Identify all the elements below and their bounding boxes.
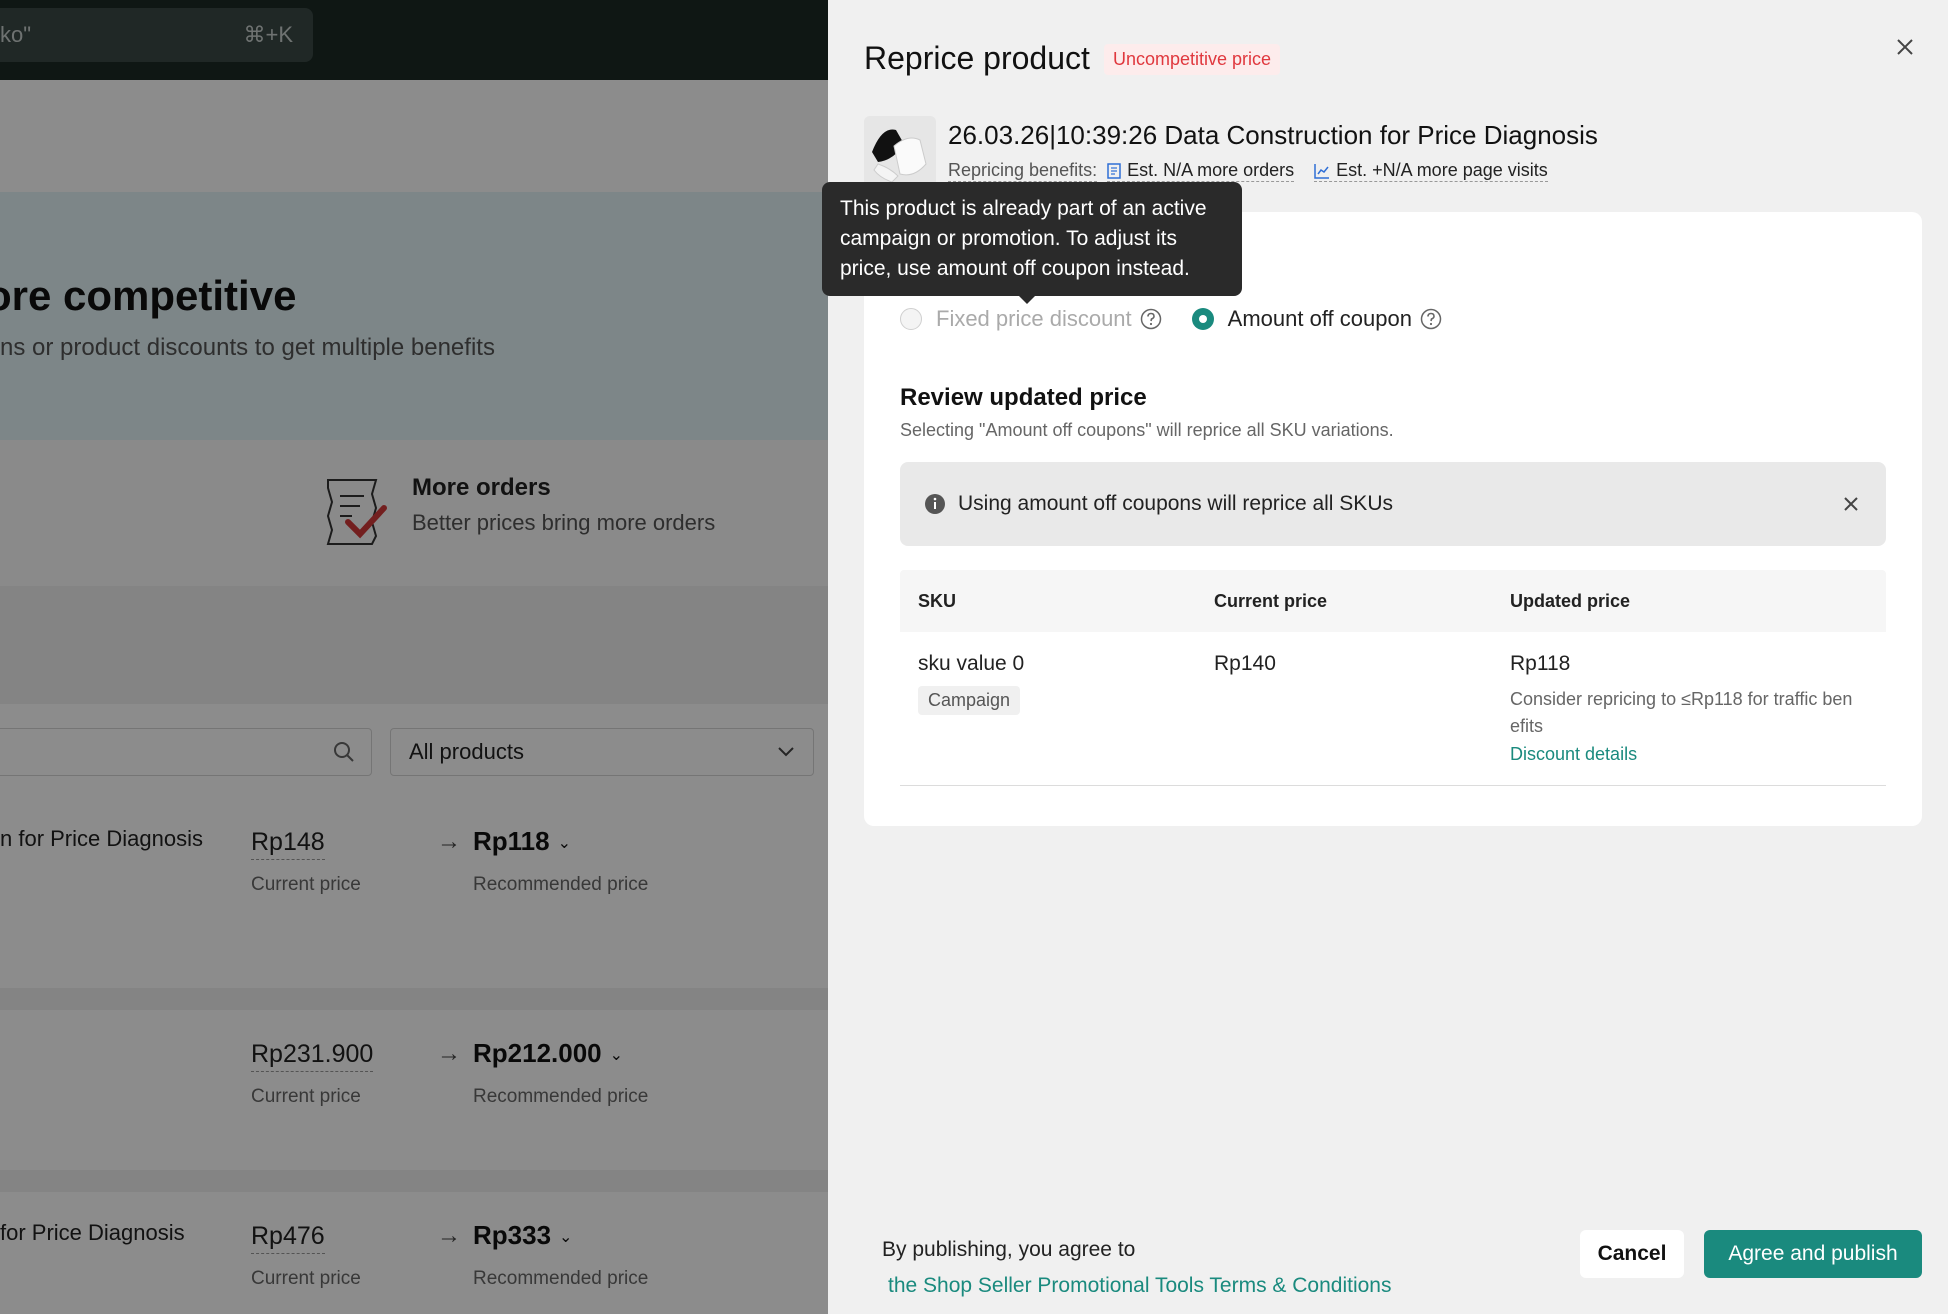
discount-details-link[interactable]: Discount details [1510, 744, 1886, 765]
info-text: Using amount off coupons will reprice al… [958, 492, 1393, 515]
agreement-text: By publishing, you agree to [882, 1238, 1136, 1261]
campaign-tooltip: This product is already part of an activ… [822, 182, 1242, 304]
close-icon[interactable] [1840, 493, 1862, 515]
terms-link[interactable]: the Shop Seller Promotional Tools Terms … [888, 1274, 1392, 1298]
modal-backdrop[interactable] [0, 0, 828, 1314]
review-title: Review updated price [900, 384, 1147, 411]
drawer-title: Reprice product [864, 40, 1090, 76]
info-banner: Using amount off coupons will reprice al… [900, 462, 1886, 546]
header-updated-price: Updated price [1510, 590, 1631, 611]
chart-icon [1314, 163, 1330, 179]
benefit-visits: Est. +N/A more page visits [1314, 160, 1548, 182]
reprice-card: Fixed price discount Amount off coupon R… [864, 212, 1922, 826]
reprice-hint: Consider repricing to ≤Rp118 for traffic… [1510, 689, 1853, 736]
repricing-benefits: Repricing benefits: Est. N/A more orders… [948, 160, 1548, 182]
sku-table: SKU Current price Updated price sku valu… [900, 570, 1886, 786]
question-icon[interactable] [1420, 308, 1442, 330]
option-amount-off-coupon[interactable]: Amount off coupon [1191, 306, 1442, 332]
question-icon[interactable] [1140, 308, 1162, 330]
option-fixed-price-discount[interactable]: Fixed price discount [900, 306, 1162, 332]
product-name: 26.03.26|10:39:26 Data Construction for … [948, 120, 1598, 150]
sku-cell: sku value 0 Campaign [900, 652, 1196, 765]
option-label: Amount off coupon [1227, 306, 1412, 331]
background-page: ko" ⌘+K ore competitive ns or product di… [0, 0, 828, 1314]
close-icon[interactable] [1892, 34, 1918, 60]
sku-value: sku value 0 [918, 652, 1025, 675]
updated-price: Rp118 [1510, 652, 1571, 675]
status-badge: Uncompetitive price [1104, 44, 1281, 75]
table-header: SKU Current price Updated price [900, 570, 1886, 632]
table-row: sku value 0 Campaign Rp140 Rp118 Conside… [900, 632, 1886, 786]
cancel-button[interactable]: Cancel [1580, 1230, 1684, 1278]
review-subtitle: Selecting "Amount off coupons" will repr… [900, 420, 1394, 440]
document-icon [1107, 162, 1121, 179]
header-sku: SKU [918, 590, 957, 611]
discount-type-options: Fixed price discount Amount off coupon [900, 306, 1472, 332]
radio-disabled [900, 308, 922, 330]
agree-and-publish-button[interactable]: Agree and publish [1704, 1230, 1922, 1278]
header-current-price: Current price [1214, 590, 1328, 611]
radio-selected [1191, 308, 1214, 330]
option-label: Fixed price discount [936, 306, 1132, 331]
campaign-tag: Campaign [918, 686, 1021, 715]
product-thumbnail [864, 116, 936, 188]
current-price-cell: Rp140 [1214, 652, 1276, 675]
benefit-orders: Est. N/A more orders [1107, 160, 1295, 182]
benefits-label: Repricing benefits: [948, 160, 1098, 182]
updated-price-cell: Rp118 Consider repricing to ≤Rp118 for t… [1492, 652, 1886, 765]
socks-image [864, 116, 936, 188]
info-icon [925, 494, 945, 514]
